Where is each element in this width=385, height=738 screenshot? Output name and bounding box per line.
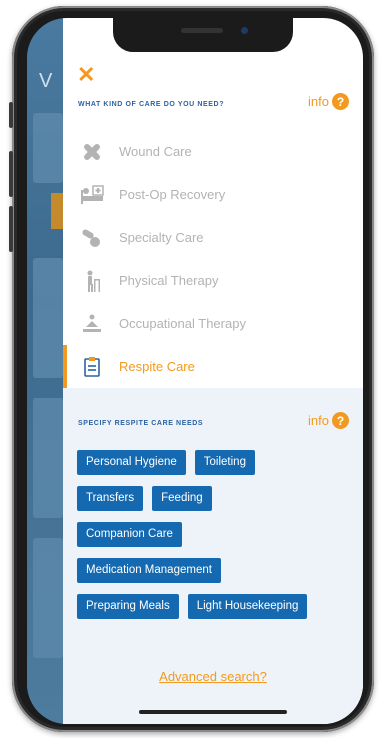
- background-card: [33, 398, 63, 518]
- care-option-specialty-care[interactable]: Specialty Care: [63, 216, 363, 259]
- speaker-grille: [181, 28, 223, 33]
- phone-screen: V ✕ WHAT KIND OF CARE DO YOU NEED? info …: [27, 18, 363, 724]
- need-chip-transfers[interactable]: Transfers: [77, 486, 144, 511]
- care-option-post-op-recovery[interactable]: Post-Op Recovery: [63, 173, 363, 216]
- care-option-respite-care[interactable]: Respite Care: [63, 345, 363, 388]
- care-option-label: Occupational Therapy: [119, 316, 246, 331]
- patient-bed-icon: [79, 182, 105, 208]
- need-chip-light-housekeeping[interactable]: Light Housekeeping: [187, 594, 308, 619]
- front-camera: [241, 27, 248, 34]
- help-icon: ?: [332, 93, 349, 110]
- need-chip-personal-hygiene[interactable]: Personal Hygiene: [77, 450, 186, 475]
- care-option-label: Physical Therapy: [119, 273, 219, 288]
- background-button: [51, 193, 63, 229]
- walker-person-icon: [79, 268, 105, 294]
- need-chip-preparing-meals[interactable]: Preparing Meals: [77, 594, 179, 619]
- care-option-label: Wound Care: [119, 144, 192, 159]
- care-option-occupational-therapy[interactable]: Occupational Therapy: [63, 302, 363, 345]
- info-label: info: [308, 413, 329, 428]
- need-chip-feeding[interactable]: Feeding: [152, 486, 212, 511]
- phone-frame: V ✕ WHAT KIND OF CARE DO YOU NEED? info …: [9, 6, 374, 732]
- care-info-button[interactable]: info ?: [308, 93, 349, 110]
- need-chip-companion-care[interactable]: Companion Care: [77, 522, 182, 547]
- bandage-icon: [79, 139, 105, 165]
- phone-mute-switch: [9, 102, 13, 128]
- care-option-label: Specialty Care: [119, 230, 204, 245]
- care-filter-drawer: ✕ WHAT KIND OF CARE DO YOU NEED? info ? …: [63, 18, 363, 724]
- phone-volume-down: [9, 206, 13, 252]
- pills-icon: [79, 225, 105, 251]
- help-icon: ?: [332, 412, 349, 429]
- phone-volume-up: [9, 151, 13, 197]
- background-app: V: [27, 18, 67, 724]
- care-type-heading: WHAT KIND OF CARE DO YOU NEED?: [78, 101, 225, 108]
- respite-needs-heading: SPECIFY RESPITE CARE NEEDS: [78, 420, 204, 427]
- needs-chip-group: Personal Hygiene Toileting Transfers Fee…: [77, 450, 357, 630]
- care-option-label: Respite Care: [119, 359, 195, 374]
- background-card: [33, 258, 63, 378]
- background-card: [33, 113, 63, 183]
- therapy-person-icon: [79, 311, 105, 337]
- background-card: [33, 538, 63, 658]
- info-label: info: [308, 94, 329, 109]
- care-type-list: Wound Care Post-Op Recovery Specialty Ca…: [63, 130, 363, 388]
- care-option-wound-care[interactable]: Wound Care: [63, 130, 363, 173]
- respite-needs-section: SPECIFY RESPITE CARE NEEDS info ? Person…: [63, 388, 363, 724]
- background-app-title: V: [39, 70, 53, 92]
- care-option-label: Post-Op Recovery: [119, 187, 226, 202]
- home-indicator[interactable]: [139, 710, 287, 714]
- need-chip-medication-management[interactable]: Medication Management: [77, 558, 221, 583]
- needs-info-button[interactable]: info ?: [308, 412, 349, 429]
- care-option-physical-therapy[interactable]: Physical Therapy: [63, 259, 363, 302]
- need-chip-toileting[interactable]: Toileting: [194, 450, 255, 475]
- phone-notch: [113, 18, 293, 52]
- advanced-search-link[interactable]: Advanced search?: [63, 669, 363, 684]
- clipboard-icon: [79, 354, 105, 380]
- close-icon[interactable]: ✕: [77, 64, 95, 86]
